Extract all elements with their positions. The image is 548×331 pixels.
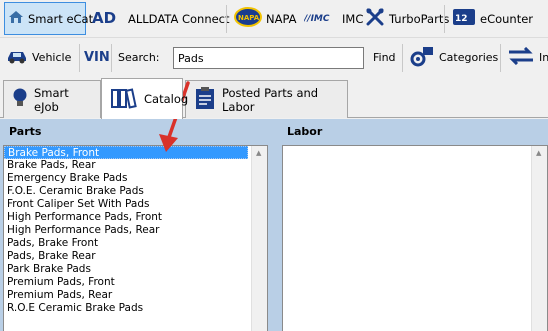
ecounter-label: eCounter [480,11,534,26]
main-toolbar: Smart eCat AD ALLDATA Connect NAPA NAPA … [0,0,548,38]
napa-button[interactable]: NAPA NAPA [231,2,300,35]
tab-smart-ejob-label: Smart eJob [34,85,69,114]
ecounter-button[interactable]: 12 eCounter [449,2,536,35]
svg-text:AD: AD [92,9,116,25]
alldata-logo-icon: AD [92,9,124,28]
list-item[interactable]: Front Caliper Set With Pads [4,198,267,211]
list-item[interactable]: Pads, Brake Rear [4,250,267,263]
tab-catalog[interactable]: Catalog [101,78,188,119]
search-label: Search: [118,51,160,64]
alldata-connect-button[interactable]: AD ALLDATA Connect [89,2,233,35]
imc-label: IMC [342,11,364,26]
labor-list[interactable]: ▲ [282,145,548,331]
list-item[interactable]: Premium Pads, Front [4,276,267,289]
turboparts-button[interactable]: TurboParts [362,2,452,35]
list-item[interactable]: High Performance Pads, Rear [4,224,267,237]
tab-strip: Smart eJob Catalog Posted Parts and Labo… [0,76,548,119]
imc-logo-icon: //IMC [303,10,338,27]
tab-posted-parts-label: Posted Parts and Labor [222,85,319,114]
list-item[interactable]: Brake Pads, Front [4,146,248,159]
categories-label: Categories [439,51,499,64]
smart-ecat-button[interactable]: Smart eCat [4,2,93,35]
imc-button[interactable]: //IMC IMC [301,2,366,35]
list-item[interactable]: F.O.E. Ceramic Brake Pads [4,185,267,198]
smart-ecat-label: Smart eCat [28,11,94,26]
search-input[interactable] [173,47,364,69]
vehicle-button[interactable]: Vehicle [6,39,71,76]
categories-button[interactable]: Categories [409,39,498,76]
labor-scrollbar[interactable]: ▲ [531,146,547,331]
scroll-up-arrow-icon[interactable]: ▲ [536,149,541,157]
interchange-label: In [539,51,548,64]
ecounter-icon: 12 [452,8,476,29]
list-item[interactable]: Premium Pads, Rear [4,289,267,302]
catalog-books-icon [110,87,138,112]
tools-icon [365,7,385,30]
labor-title: Labor [287,125,323,138]
scroll-up-arrow-icon[interactable]: ▲ [256,149,261,157]
list-item[interactable]: High Performance Pads, Front [4,211,267,224]
napa-label: NAPA [266,11,297,26]
napa-logo-icon: NAPA [234,7,262,30]
list-item[interactable]: Brake Pads, Rear [4,159,267,172]
tab-posted-parts-and-labor[interactable]: Posted Parts and Labor [185,80,348,118]
tab-catalog-label: Catalog [144,92,189,106]
vehicle-label: Vehicle [32,51,72,64]
alldata-connect-label: ALLDATA Connect [128,11,230,26]
car-icon [6,48,28,67]
interchange-button[interactable]: In [507,39,548,76]
parts-list[interactable]: Brake Pads, Front Brake Pads, Rear Emerg… [3,145,268,331]
svg-text://IMC: //IMC [304,14,330,24]
parts-scrollbar[interactable]: ▲ [251,146,267,331]
list-item[interactable]: Emergency Brake Pads [4,172,267,185]
tab-smart-ejob[interactable]: Smart eJob [3,80,101,118]
swap-arrows-icon [507,46,535,68]
parts-title: Parts [9,125,42,138]
categories-icon [409,45,435,70]
svg-text:NAPA: NAPA [238,14,260,22]
vin-button[interactable]: VIN [84,39,110,76]
home-icon [8,9,24,28]
find-button[interactable]: Find [373,39,396,76]
list-item[interactable]: Park Brake Pads [4,263,267,276]
list-item[interactable]: R.O.E Ceramic Brake Pads [4,302,267,315]
turboparts-label: TurboParts [389,11,450,26]
list-item[interactable]: Pads, Brake Front [4,237,267,250]
lightbulb-icon [12,87,28,112]
svg-text:12: 12 [455,14,468,24]
